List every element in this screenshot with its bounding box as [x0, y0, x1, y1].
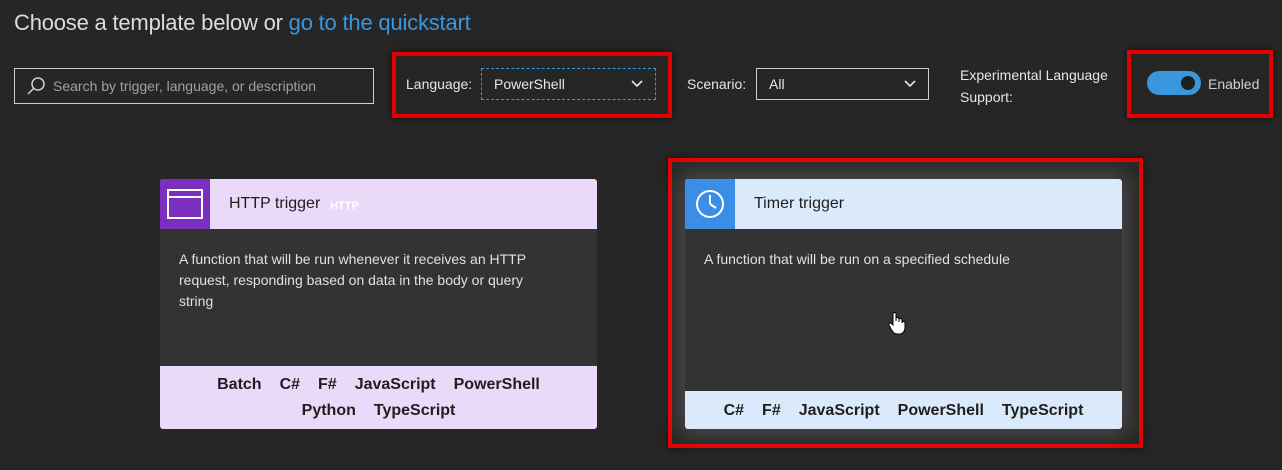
http-icon: HTTP: [160, 179, 359, 229]
card-languages: Batch C# F# JavaScript PowerShell Python…: [160, 366, 597, 429]
scenario-select[interactable]: All: [756, 68, 929, 100]
language-tag: Batch: [217, 376, 262, 394]
chevron-down-icon: [904, 78, 916, 90]
template-card-timer-trigger[interactable]: Timer trigger A function that will be ru…: [685, 179, 1122, 429]
card-title: Timer trigger: [754, 195, 845, 212]
search-box[interactable]: [14, 68, 374, 104]
language-tag: C#: [279, 376, 301, 394]
http-icon-text: HTTP: [330, 200, 359, 212]
language-tag: F#: [762, 401, 781, 419]
scenario-label: Scenario:: [687, 76, 747, 92]
template-card-http-trigger[interactable]: HTTP HTTP trigger A function that will b…: [160, 179, 597, 429]
quickstart-link[interactable]: go to the quickstart: [289, 10, 471, 35]
language-tag: F#: [318, 376, 337, 394]
toggle-knob: [1181, 76, 1195, 90]
language-select[interactable]: PowerShell: [481, 68, 656, 100]
language-select-value: PowerShell: [494, 76, 565, 92]
language-tag: PowerShell: [453, 376, 540, 394]
language-tag: TypeScript: [1001, 401, 1084, 419]
experimental-label: Experimental Language Support:: [960, 64, 1108, 108]
language-tag: JavaScript: [354, 376, 436, 394]
experimental-toggle[interactable]: [1147, 71, 1201, 95]
card-header: HTTP HTTP trigger: [160, 179, 597, 229]
language-label: Language:: [406, 76, 473, 92]
card-title: HTTP trigger: [229, 195, 321, 212]
card-languages: C# F# JavaScript PowerShell TypeScript: [685, 391, 1122, 429]
language-tag: JavaScript: [798, 401, 880, 419]
card-header: Timer trigger: [685, 179, 1122, 229]
language-tag: C#: [723, 401, 745, 419]
toggle-state-label: Enabled: [1208, 76, 1260, 92]
experimental-label-line2: Support:: [960, 89, 1013, 105]
clock-icon: [685, 179, 735, 229]
language-tag: Python: [301, 401, 356, 419]
card-description: A function that will be run whenever it …: [179, 251, 526, 309]
search-icon: [25, 75, 47, 97]
page-title: Choose a template below or go to the qui…: [14, 10, 471, 36]
heading-text: Choose a template below or: [14, 10, 289, 35]
experimental-label-line1: Experimental Language: [960, 67, 1108, 83]
search-input[interactable]: [53, 78, 373, 94]
scenario-select-value: All: [769, 76, 785, 92]
chevron-down-icon: [631, 78, 643, 90]
language-tag: PowerShell: [897, 401, 984, 419]
card-description: A function that will be run on a specifi…: [704, 251, 1010, 267]
language-tag: TypeScript: [373, 401, 456, 419]
hand-cursor-icon: [888, 311, 906, 340]
